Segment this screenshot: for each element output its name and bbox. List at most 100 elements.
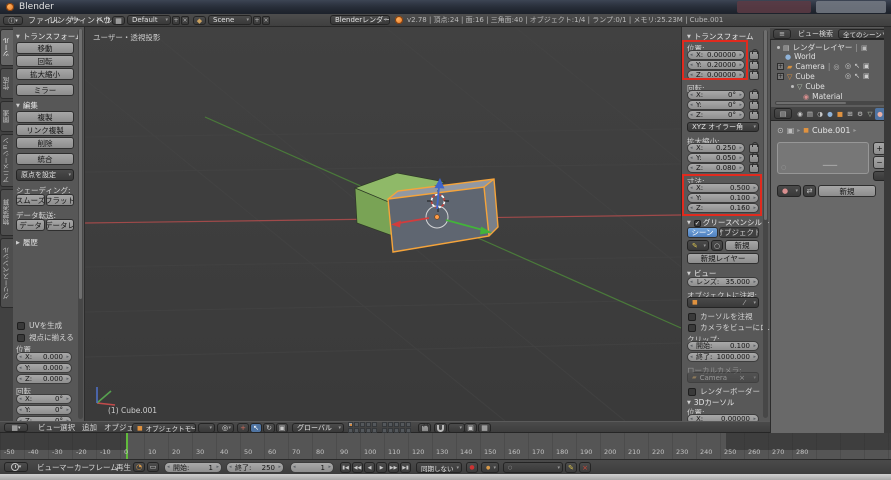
set-origin-dropdown[interactable]: 原点を設定 <box>16 169 74 181</box>
properties-tab-modifiers[interactable] <box>855 108 865 120</box>
transfer-data-layout-button[interactable]: データレ <box>46 219 74 231</box>
rotate-button[interactable]: 回転 <box>16 55 74 67</box>
properties-tab-object-data[interactable] <box>865 108 875 120</box>
material-link-toggle[interactable]: ⇄ <box>803 185 816 197</box>
n-panel-scrollbar[interactable] <box>763 30 768 418</box>
gp-color-button[interactable]: ○ <box>711 240 723 251</box>
editor-type-info-button[interactable]: ⓘ▾ <box>3 16 23 25</box>
panel-edit[interactable]: 編集 <box>16 100 38 111</box>
panel-transform-n[interactable]: トランスフォーム <box>687 31 753 42</box>
scale-x-field[interactable]: X:0.250 <box>687 143 745 153</box>
properties-tab-constraints[interactable] <box>845 108 855 120</box>
selected-cube-object[interactable] <box>388 179 498 252</box>
current-frame-field[interactable]: 1 <box>290 462 334 473</box>
layer-buttons-group2[interactable] <box>382 422 413 433</box>
dimensions-y-field[interactable]: Y:0.100 <box>687 193 759 203</box>
shade-smooth-button[interactable]: スムーズ <box>16 194 45 206</box>
location-y-field[interactable]: Y:0.20000 <box>687 60 745 70</box>
tool-tab-grease-pencil[interactable]: グリースペンシル <box>0 238 13 308</box>
layer-toggle[interactable] <box>372 422 377 427</box>
scale-y-field[interactable]: Y:0.050 <box>687 153 745 163</box>
properties-tab-world[interactable] <box>825 108 835 120</box>
location-z-field[interactable]: Z:0.00000 <box>687 70 745 80</box>
layer-toggle[interactable] <box>406 422 411 427</box>
jump-to-end-button[interactable]: ▶▮ <box>400 462 411 473</box>
tool-tab-relations[interactable]: 関連 <box>0 101 13 132</box>
join-button[interactable]: 統合 <box>16 153 74 165</box>
layer-toggle[interactable] <box>394 422 399 427</box>
gp-new-button[interactable]: 新規 <box>725 240 759 251</box>
select-menu[interactable]: 選択 <box>57 422 78 432</box>
outliner-search-menu[interactable]: 検索 <box>816 28 836 39</box>
rotation-mode-dropdown[interactable]: XYZ オイラー角 <box>687 122 759 132</box>
manipulator-scale-button[interactable]: ▣ <box>276 423 288 433</box>
prev-keyframe-button[interactable]: ◀◀ <box>352 462 363 473</box>
material-slot-list[interactable]: ○ — <box>777 142 869 174</box>
lock-rotation-z[interactable] <box>749 111 759 120</box>
duplicate-button[interactable]: 複製 <box>16 111 74 123</box>
transfer-data-button[interactable]: データ <box>16 219 45 231</box>
cursor-x-field[interactable]: X:0.00000 <box>687 414 759 421</box>
clip-end-field[interactable]: 終了:1000.000 <box>687 352 759 362</box>
manipulator-rotate-button[interactable]: ↻ <box>263 423 275 433</box>
tool-tab-animation[interactable]: アニメーション <box>0 134 13 187</box>
gp-new-layer-button[interactable]: 新規レイヤー <box>687 253 759 264</box>
lock-camera-to-view-checkbox[interactable]: カメラをビューにロ.. <box>688 322 770 333</box>
properties-tab-scene[interactable] <box>815 108 825 120</box>
play-reverse-button[interactable]: ◀ <box>364 462 375 473</box>
rotation-x-field[interactable]: X:0° <box>687 90 745 100</box>
tool-tab-physics[interactable]: 物理演算 <box>0 189 13 236</box>
layer-toggle[interactable] <box>348 422 353 427</box>
frame-start-field[interactable]: 開始:1 <box>164 462 222 473</box>
outliner-hscrollbar[interactable] <box>775 101 885 105</box>
gp-object-tab[interactable]: オブジェクト <box>719 227 759 238</box>
manipulator-toggle-button[interactable]: + <box>237 423 249 433</box>
viewport-3d[interactable]: ユーザー・透視投影 (1) Cube.001 <box>85 27 681 421</box>
render-engine-select[interactable]: Blenderレンダー <box>330 15 390 25</box>
clip-start-field[interactable]: 開始:0.100 <box>687 341 759 351</box>
location-x-field[interactable]: X:0.00000 <box>687 50 745 60</box>
mode-dropdown[interactable]: ■オブジェクトモード <box>132 423 196 433</box>
op-rotation-y-field[interactable]: Y:0° <box>16 405 72 415</box>
preview-range-button[interactable]: ◔ <box>133 462 145 472</box>
jump-to-start-button[interactable]: ▮◀ <box>340 462 351 473</box>
add-menu[interactable]: 追加 <box>79 422 100 432</box>
timeline-playback-menu[interactable]: 再生 <box>113 460 134 474</box>
pivot-dropdown[interactable]: ◎ <box>217 423 234 433</box>
delete-keyframe-button[interactable]: × <box>579 462 591 473</box>
generate-uv-checkbox[interactable]: UVを生成 <box>17 320 62 331</box>
properties-tab-render-layers[interactable] <box>805 108 815 120</box>
auto-keyframe-button[interactable]: ● <box>466 462 478 473</box>
lock-to-cursor-checkbox[interactable]: カーソルを注視 <box>688 311 753 322</box>
dimensions-x-field[interactable]: X:0.500 <box>687 183 759 193</box>
editor-type-timeline-button[interactable]: ▾ <box>4 462 28 472</box>
outliner-filter-dropdown[interactable]: 全てのシーン <box>838 29 888 39</box>
local-camera-field[interactable]: ▰Camera× <box>687 372 759 383</box>
layer-toggle[interactable] <box>388 422 393 427</box>
frame-range-button[interactable]: ▭ <box>147 462 159 472</box>
gp-draw-mode-dropdown[interactable]: ✎ <box>687 240 709 251</box>
frame-end-field[interactable]: 終了:250 <box>226 462 284 473</box>
scale-z-field[interactable]: Z:0.080 <box>687 163 745 173</box>
snap-target-dropdown[interactable] <box>448 423 465 433</box>
keying-mode-dropdown[interactable]: ● <box>481 462 499 473</box>
properties-tab-object[interactable] <box>835 108 845 120</box>
layer-toggle[interactable] <box>400 422 405 427</box>
translate-button[interactable]: 移動 <box>16 42 74 54</box>
editor-type-outliner-button[interactable]: ≡ <box>773 29 791 39</box>
outliner-row-cube-data[interactable]: ▽Cube <box>791 82 825 91</box>
insert-keyframe-button[interactable]: ✎ <box>565 462 577 473</box>
delete-button[interactable]: 削除 <box>16 137 74 149</box>
keying-set-field[interactable]: ○ <box>503 462 563 473</box>
op-location-x-field[interactable]: X:0.000 <box>16 352 72 362</box>
scene-icon[interactable]: ◆ <box>193 16 206 25</box>
new-material-button[interactable]: 新規 <box>818 185 876 197</box>
properties-tab-render[interactable] <box>795 108 805 120</box>
dimensions-z-field[interactable]: Z:0.160 <box>687 203 759 213</box>
outliner-row-camera[interactable]: +▰Camera|◎ <box>777 62 839 71</box>
viewport-canvas[interactable] <box>85 27 681 421</box>
lock-location-z[interactable] <box>749 71 759 80</box>
mirror-button[interactable]: ミラー <box>16 84 74 96</box>
add-layout-button[interactable]: + <box>172 16 180 25</box>
layer-toggle[interactable] <box>360 422 365 427</box>
